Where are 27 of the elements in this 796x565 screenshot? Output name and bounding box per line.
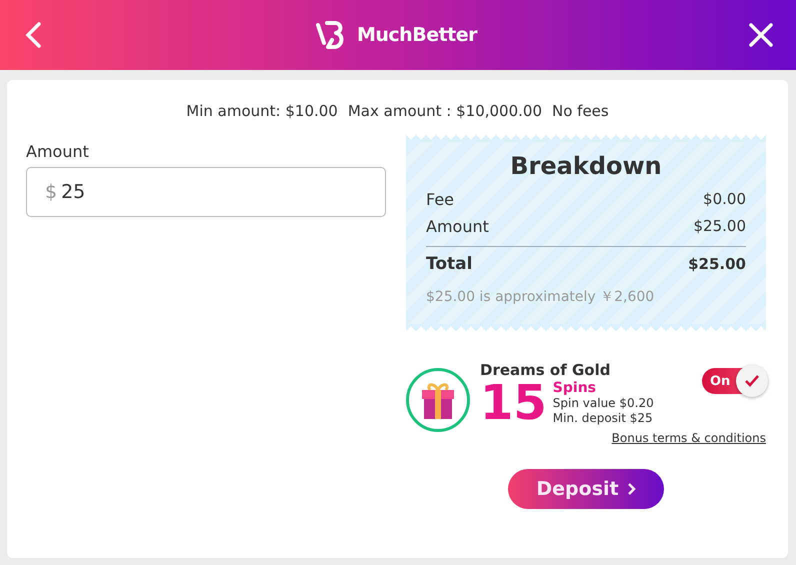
breakdown-value: $25.00 [688, 254, 746, 275]
spins-label: Spins [552, 380, 597, 396]
breakdown-value: $0.00 [703, 189, 746, 210]
limit-text: Max amount : $10,000.00 [348, 102, 542, 120]
bonus-detail: Min. deposit $25 [552, 410, 654, 426]
terms-link[interactable]: Bonus terms & conditions [480, 431, 766, 445]
limit-text: No fees [552, 102, 609, 120]
spin-count: 15 [480, 379, 547, 427]
amount-field[interactable]: $ 25 [26, 167, 386, 217]
close-icon [748, 22, 774, 48]
chevron-icon [626, 482, 636, 496]
close-button[interactable] [748, 22, 774, 48]
gift-icon [419, 380, 457, 420]
breakdown-label: Fee [426, 189, 454, 211]
bonus-toggle[interactable]: On [702, 368, 766, 394]
breakdown-value: $25.00 [694, 216, 746, 237]
limit-text: Min amount: $10.00 [186, 102, 338, 120]
conversion-note: $25.00 is approximately ￥2,600 [426, 288, 656, 306]
brand-name: MuchBetter [356, 24, 477, 46]
breakdown-title: Breakdown [509, 152, 663, 180]
deposit-button[interactable]: Deposit [508, 469, 664, 509]
check-icon [745, 375, 759, 387]
breakdown-label: Amount [426, 216, 489, 238]
bonus-detail: Spin value $0.20 [552, 396, 654, 410]
breakdown-label: Total [426, 253, 472, 276]
bonus-name: Dreams of Gold [480, 361, 610, 379]
amount-label: Amount [26, 142, 89, 161]
